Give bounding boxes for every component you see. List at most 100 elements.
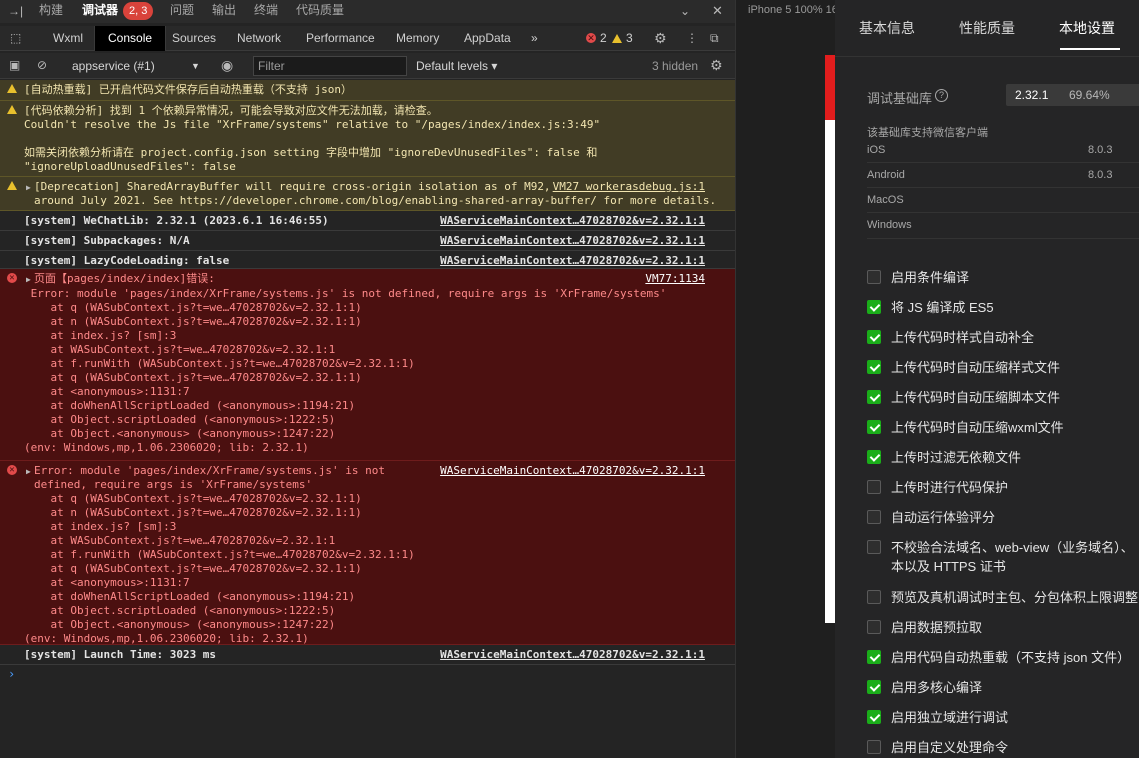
sidebar-toggle-icon[interactable]: ▣: [9, 58, 20, 72]
expand-triangle-icon[interactable]: ▶: [26, 181, 31, 195]
divider: [867, 212, 1139, 213]
error-icon: ✕: [7, 465, 17, 475]
option-size-limit[interactable]: 预览及真机调试时主包、分包体积上限调整: [867, 588, 1139, 608]
clear-console-icon[interactable]: ⊘: [37, 58, 47, 72]
tab-performance-quality[interactable]: 性能质量: [959, 18, 1015, 38]
chevron-down-icon: ▼: [191, 61, 200, 71]
option-label: 启用代码自动热重载（不支持 json 文件）: [891, 650, 1131, 665]
option-minify-wxml[interactable]: 上传代码时自动压缩wxml文件: [867, 418, 1139, 438]
option-hot-reload[interactable]: 启用代码自动热重载（不支持 json 文件）: [867, 648, 1139, 668]
tab-wxml[interactable]: Wxml: [53, 26, 83, 51]
checkbox[interactable]: [867, 680, 881, 694]
tab-build[interactable]: 构建: [39, 0, 63, 23]
checkbox[interactable]: [867, 540, 881, 554]
undock-icon[interactable]: ⧉: [710, 31, 719, 45]
checkbox[interactable]: [867, 360, 881, 374]
option-code-protect[interactable]: 上传时进行代码保护: [867, 478, 1139, 498]
help-icon[interactable]: ?: [935, 89, 948, 102]
tab-console[interactable]: Console: [94, 26, 167, 51]
lib-extra-button[interactable]: [1131, 84, 1139, 106]
close-icon[interactable]: ✕: [712, 4, 723, 18]
tab-output[interactable]: 输出: [212, 0, 236, 23]
gear-icon[interactable]: ⚙: [710, 58, 723, 72]
platform-version: 8.0.3: [1088, 144, 1113, 156]
message-source-link[interactable]: WAServiceMainContext…47028702&v=2.32.1:1: [440, 234, 705, 248]
checkbox[interactable]: [867, 390, 881, 404]
option-minify-script[interactable]: 上传代码时自动压缩脚本文件: [867, 388, 1139, 408]
error-icon: ✕: [7, 273, 17, 283]
console-message-system: [system] LazyCodeLoading: false WAServic…: [0, 251, 735, 269]
option-data-prefetch[interactable]: 启用数据预拉取: [867, 618, 1139, 638]
tab-local-settings[interactable]: 本地设置: [1059, 18, 1115, 38]
checkbox[interactable]: [867, 420, 881, 434]
inspect-icon[interactable]: ⬚: [10, 31, 21, 45]
filter-input[interactable]: [253, 56, 407, 76]
tab-sources[interactable]: Sources: [172, 26, 216, 51]
expand-triangle-icon[interactable]: ▶: [26, 465, 31, 479]
eye-icon[interactable]: ◉: [221, 58, 233, 72]
platform-name: MacOS: [867, 194, 904, 206]
tab-debugger[interactable]: 调试器: [82, 0, 118, 23]
option-filter-unused[interactable]: 上传时过滤无依赖文件: [867, 448, 1139, 468]
checkbox[interactable]: [867, 740, 881, 754]
expand-triangle-icon[interactable]: ▶: [26, 273, 31, 287]
checkbox[interactable]: [867, 620, 881, 634]
option-label: 启用数据预拉取: [891, 620, 983, 635]
checkbox[interactable]: [867, 300, 881, 314]
chevron-down-icon[interactable]: ⌄: [680, 4, 690, 18]
checkbox[interactable]: [867, 650, 881, 664]
option-label: 上传代码时自动压缩脚本文件: [891, 390, 1061, 405]
option-label: 上传代码时自动压缩样式文件: [891, 360, 1061, 375]
error-count[interactable]: 2: [600, 26, 607, 51]
option-style-autoprefix[interactable]: 上传代码时样式自动补全: [867, 328, 1139, 348]
tab-network[interactable]: Network: [237, 26, 281, 51]
option-conditional-compile[interactable]: 启用条件编译: [867, 268, 1139, 288]
option-skip-domain-check[interactable]: 不校验合法域名、web-view（业务域名）、 本以及 HTTPS 证书: [867, 538, 1139, 578]
more-options-icon[interactable]: ⋮: [686, 31, 698, 45]
console-log: [自动热重载] 已开启代码文件保存后自动热重载（不支持 json） [代码依赖分…: [0, 80, 735, 758]
console-message-warning: ▶ [Deprecation] SharedArrayBuffer will r…: [0, 177, 735, 211]
option-minify-style[interactable]: 上传代码时自动压缩样式文件: [867, 358, 1139, 378]
gear-icon[interactable]: ⚙: [654, 31, 667, 45]
devtools-panel: →| 构建 调试器 2, 3 问题 输出 终端 代码质量 ⌄ ✕ ⬚ Wxml …: [0, 0, 735, 758]
option-label: 将 JS 编译成 ES5: [891, 300, 994, 315]
option-multicore-compile[interactable]: 启用多核心编译: [867, 678, 1139, 698]
checkbox[interactable]: [867, 480, 881, 494]
tab-code-quality[interactable]: 代码质量: [296, 0, 344, 23]
checkbox[interactable]: [867, 590, 881, 604]
message-source-link[interactable]: VM27 workerasdebug.js:1: [553, 180, 705, 194]
message-text: [system] Launch Time: 3023 ms: [24, 648, 217, 661]
tab-issues[interactable]: 问题: [170, 0, 194, 23]
dock-left-icon[interactable]: →|: [8, 4, 23, 18]
checkbox[interactable]: [867, 270, 881, 284]
message-source-link[interactable]: VM77:1134: [645, 272, 705, 286]
tab-performance[interactable]: Performance: [306, 26, 375, 51]
option-es5[interactable]: 将 JS 编译成 ES5: [867, 298, 1139, 318]
checkbox[interactable]: [867, 330, 881, 344]
lib-version-select[interactable]: 2.32.1 69.64%: [1006, 84, 1139, 106]
tab-terminal[interactable]: 终端: [254, 0, 278, 23]
context-select[interactable]: appservice (#1) ▼: [66, 56, 206, 76]
tab-appdata[interactable]: AppData: [464, 26, 511, 51]
console-prompt[interactable]: ›: [8, 667, 15, 681]
more-tabs-button[interactable]: »: [531, 26, 538, 51]
checkbox[interactable]: [867, 510, 881, 524]
option-isolated-debug[interactable]: 启用独立域进行调试: [867, 708, 1139, 728]
option-custom-commands[interactable]: 启用自定义处理命令: [867, 738, 1139, 758]
message-source-link[interactable]: WAServiceMainContext…47028702&v=2.32.1:1: [440, 254, 705, 268]
checkbox[interactable]: [867, 710, 881, 724]
message-source-link[interactable]: WAServiceMainContext…47028702&v=2.32.1:1: [440, 214, 705, 228]
tab-basic-info[interactable]: 基本信息: [859, 18, 915, 38]
message-source-link[interactable]: WAServiceMainContext…47028702&v=2.32.1:1: [440, 648, 705, 662]
message-source-link[interactable]: WAServiceMainContext…47028702&v=2.32.1:1: [440, 464, 705, 478]
console-toolbar: ▣ ⊘ appservice (#1) ▼ ◉ Default levels ▾…: [0, 53, 735, 79]
tab-memory[interactable]: Memory: [396, 26, 439, 51]
log-levels-select[interactable]: Default levels ▾: [416, 56, 497, 76]
message-text: 页面【pages/index/index]错误:: [34, 272, 215, 285]
warning-count[interactable]: 3: [626, 26, 633, 51]
warning-icon: [7, 84, 17, 93]
option-auto-audit[interactable]: 自动运行体验评分: [867, 508, 1139, 528]
checkbox[interactable]: [867, 450, 881, 464]
active-tab-indicator: [1060, 48, 1120, 50]
device-label[interactable]: iPhone 5 100% 16: [748, 4, 838, 16]
